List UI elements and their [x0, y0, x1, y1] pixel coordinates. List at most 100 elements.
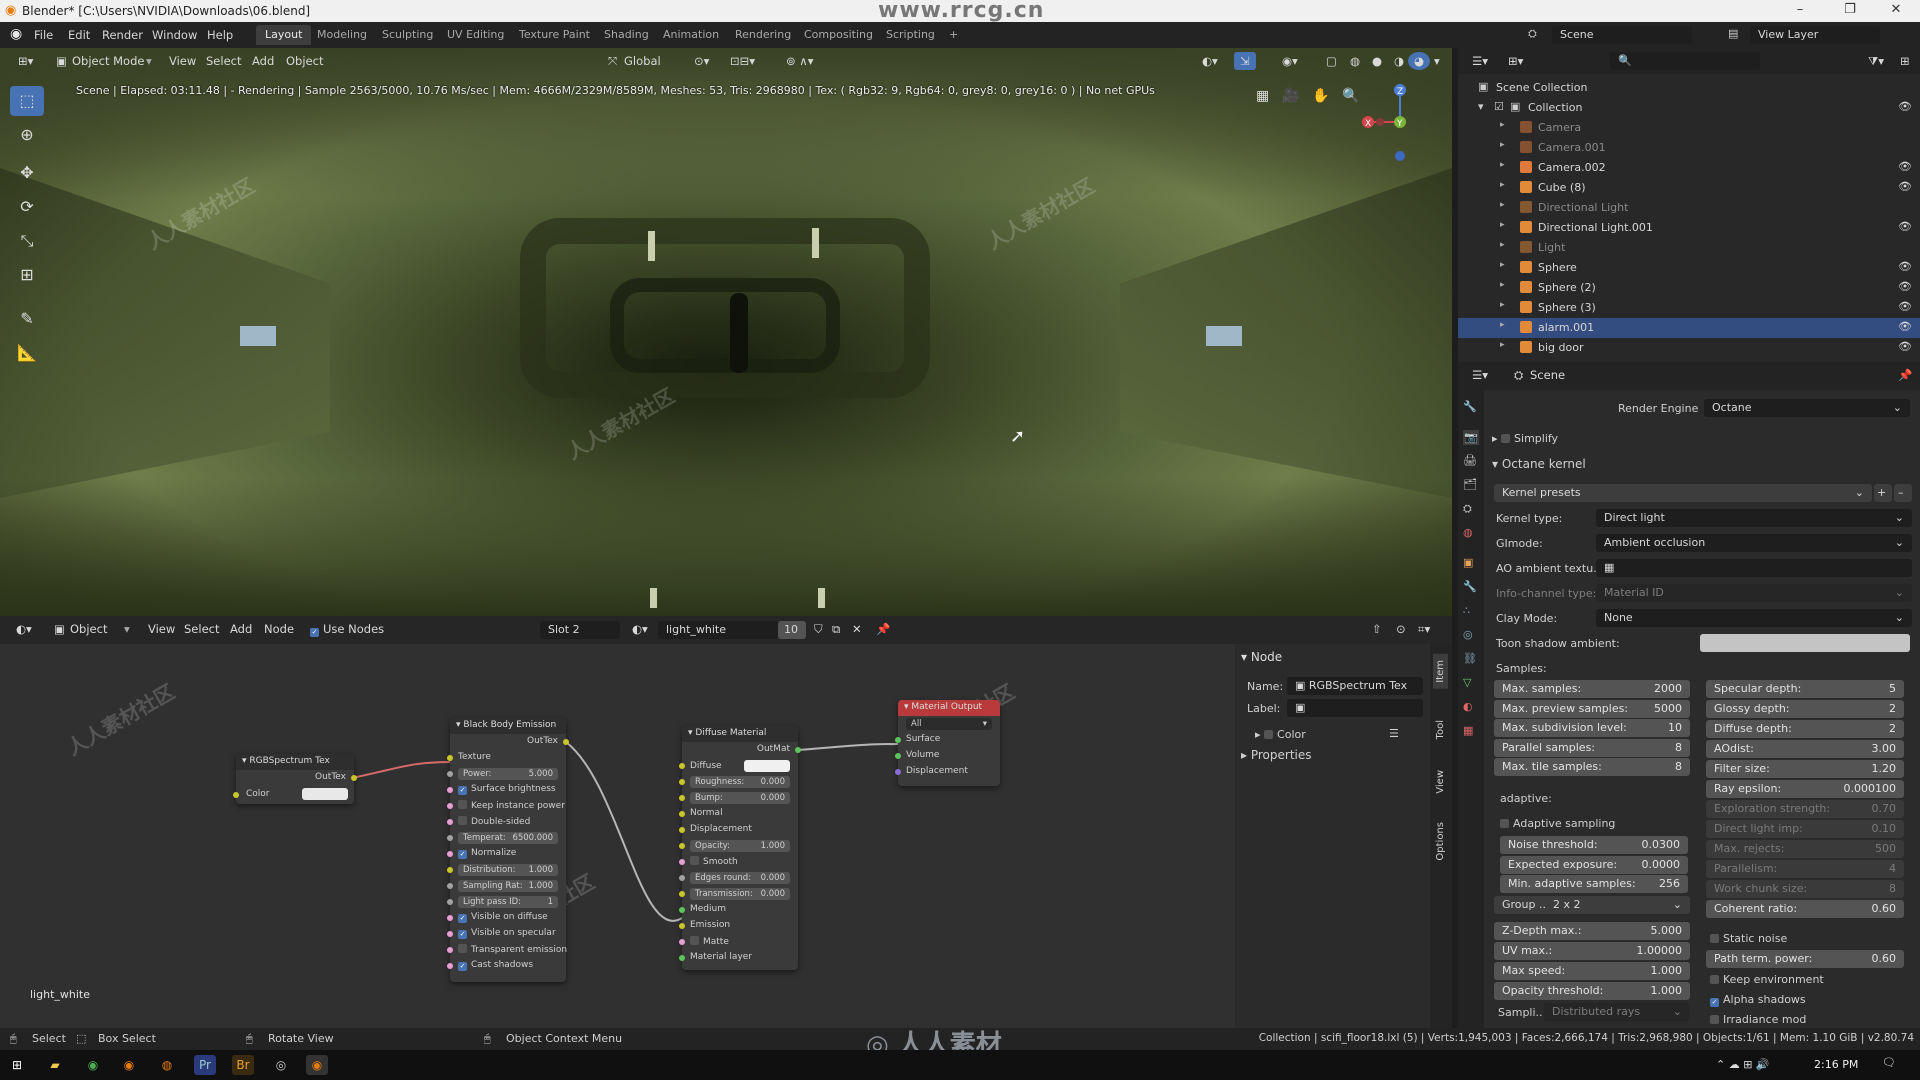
menu-help[interactable]: Help — [207, 28, 233, 42]
node-rgbspectrum-tex[interactable]: ▾ RGBSpectrum Tex OutTex Color — [233, 754, 357, 804]
keep-environment-checkbox[interactable]: Keep environment — [1710, 973, 1824, 986]
grid-icon[interactable]: ▦ — [1256, 88, 1269, 104]
eye-icon[interactable]: 👁 — [1898, 300, 1912, 313]
solid-shading-icon[interactable]: ● — [1366, 52, 1388, 70]
slot-dropdown[interactable]: Slot 2 — [540, 621, 620, 639]
node-checkbox[interactable]: Keep instance power — [447, 798, 566, 814]
node-properties-header[interactable]: ▸ Properties — [1241, 748, 1312, 762]
node-temperature-field[interactable]: Temperat: 6500.000 — [447, 830, 566, 846]
eye-icon[interactable]: 👁 — [1898, 220, 1912, 233]
node-power-field[interactable]: Power: 5.000 — [447, 766, 566, 782]
blender-active-taskbar-icon[interactable]: ◉ — [306, 1055, 328, 1075]
viewport-menu-view[interactable]: View — [163, 52, 202, 70]
checkbox-icon[interactable]: ☑ — [1494, 100, 1504, 113]
property-number-field[interactable]: Max. rejects: 500 — [1706, 840, 1904, 858]
navigation-gizmo[interactable]: X Y Z — [1354, 82, 1434, 162]
property-number-field[interactable]: Expected exposure: 0.0000 — [1500, 855, 1688, 874]
blender-menu-icon[interactable]: ◉ — [10, 26, 22, 42]
node-name-field[interactable]: ▣ RGBSpectrum Tex — [1287, 677, 1423, 695]
expand-arrow-icon[interactable]: ▸ — [1500, 260, 1505, 270]
outliner-scene-collection[interactable]: ▣ Scene Collection — [1458, 78, 1920, 98]
node-edges-field[interactable]: Edges round: 0.000 — [679, 870, 798, 886]
outliner-item[interactable]: ▸ Sphere (3) 👁 — [1458, 298, 1920, 318]
kernel-type-dropdown[interactable]: Direct light ⌄ — [1596, 509, 1912, 527]
add-preset-button[interactable]: + — [1874, 484, 1892, 502]
tab-view[interactable]: View — [1433, 764, 1448, 800]
alpha-shadows-checkbox[interactable]: ✓ Alpha shadows — [1710, 993, 1806, 1007]
tab-uv-editing[interactable]: UV Editing — [438, 25, 513, 45]
shading-options-icon[interactable]: ▾ — [1428, 52, 1446, 70]
bridge-icon[interactable]: Br — [232, 1055, 254, 1075]
property-number-field[interactable]: Max. preview samples: 5000 — [1494, 699, 1690, 718]
gimode-dropdown[interactable]: Ambient occlusion ⌄ — [1596, 534, 1912, 552]
node-opacity-field[interactable]: Opacity: 1.000 — [679, 838, 798, 854]
property-number-field[interactable]: Max. samples: 2000 — [1494, 680, 1690, 698]
color-swatch[interactable] — [302, 788, 348, 800]
select-box-tool-icon[interactable]: ⬚ — [10, 86, 44, 116]
node-title[interactable]: ▾ Material Output — [898, 700, 1000, 716]
adaptive-sampling-checkbox[interactable]: Adaptive sampling — [1500, 817, 1615, 830]
property-number-field[interactable]: Diffuse depth: 2 — [1706, 720, 1904, 738]
property-number-field[interactable]: Filter size: 1.20 — [1706, 760, 1904, 778]
clay-mode-dropdown[interactable]: None ⌄ — [1596, 609, 1912, 627]
octane-kernel-panel[interactable]: ▾ Octane kernel — [1492, 457, 1586, 471]
physics-tab-icon[interactable]: ◎ — [1463, 628, 1473, 641]
property-number-field[interactable]: Parallelism: 4 — [1706, 860, 1904, 878]
property-number-field[interactable]: Noise threshold: 0.0300 — [1500, 836, 1688, 854]
expand-arrow-icon[interactable]: ▸ — [1500, 300, 1505, 310]
list-icon[interactable]: ☰ — [1389, 727, 1399, 740]
irradiance-mode-checkbox[interactable]: Irradiance mod — [1710, 1013, 1806, 1026]
visibility-icon[interactable]: ◐▾ — [1196, 52, 1224, 70]
node-editor-type-icon[interactable]: ◐▾ — [10, 620, 38, 638]
chrome-icon[interactable]: ◉ — [82, 1055, 104, 1075]
premiere-icon[interactable]: Pr — [194, 1055, 216, 1075]
rotate-tool-icon[interactable]: ⟳ — [10, 192, 44, 222]
node-bump-field[interactable]: Bump: 0.000 — [679, 790, 798, 806]
property-number-field[interactable]: Work chunk size: 8 — [1706, 880, 1904, 898]
node-material-output[interactable]: ▾ Material Output All ▾ Surface Volume Di… — [895, 700, 1000, 786]
info-channel-dropdown[interactable]: Material ID ⌄ — [1596, 584, 1912, 602]
data-tab-icon[interactable]: ▽ — [1463, 676, 1471, 689]
use-nodes-checkbox[interactable]: ✓ Use Nodes — [304, 620, 390, 638]
new-collection-icon[interactable]: ⊞ — [1894, 52, 1916, 70]
node-editor-canvas[interactable]: 人人素材社区 人人素材社区 人人素材社区 ▾ RGBSpectrum Tex O… — [0, 644, 1235, 1028]
outliner-item[interactable]: ▸ Sphere 👁 — [1458, 258, 1920, 278]
node-checkbox[interactable]: Smooth — [679, 854, 798, 870]
property-number-field[interactable]: Min. adaptive samples: 256 — [1500, 875, 1688, 893]
node-diffuse-input[interactable]: Diffuse — [679, 758, 798, 774]
node-transmission-field[interactable]: Transmission: 0.000 — [679, 886, 798, 902]
tab-texture-paint[interactable]: Texture Paint — [510, 25, 599, 45]
group-dropdown[interactable]: Group .. 2 x 2 ⌄ — [1494, 896, 1690, 914]
snap-icon[interactable]: ⊡⊟▾ — [724, 52, 761, 70]
property-number-field[interactable]: Max. subdivision level: 10 — [1494, 719, 1690, 737]
viewport-menu-select[interactable]: Select — [200, 52, 247, 70]
tab-modeling[interactable]: Modeling — [308, 25, 376, 45]
texture-tab-icon[interactable]: ▦ — [1463, 724, 1473, 737]
firefox-icon[interactable]: ◍ — [156, 1055, 178, 1075]
property-number-field[interactable]: UV max.: 1.00000 — [1494, 942, 1690, 960]
node-menu-view[interactable]: View — [142, 620, 181, 638]
expand-arrow-icon[interactable]: ▾ — [1478, 100, 1484, 113]
property-number-field[interactable]: Direct light imp: 0.10 — [1706, 820, 1904, 838]
proportional-edit-icon[interactable]: ⊚ ∧▾ — [780, 52, 819, 70]
property-number-field[interactable]: Parallel samples: 8 — [1494, 738, 1690, 757]
node-distribution-field[interactable]: Distribution: 1.000 — [447, 862, 566, 878]
remove-preset-button[interactable]: – — [1894, 484, 1912, 502]
tab-animation[interactable]: Animation — [654, 25, 728, 45]
node-label-field[interactable]: ▣ — [1287, 699, 1423, 717]
gizmo-toggle-icon[interactable]: ⇲ — [1234, 52, 1256, 70]
node-light-pass-field[interactable]: Light pass ID: 1 — [447, 894, 566, 910]
rendered-shading-icon[interactable]: ◕ — [1408, 52, 1431, 70]
overlay-icon[interactable]: ◉▾ — [1276, 52, 1304, 70]
property-number-field[interactable]: AOdist: 3.00 — [1706, 740, 1904, 758]
property-number-field[interactable]: Coherent ratio: 0.60 — [1706, 900, 1904, 918]
tab-scripting[interactable]: Scripting — [877, 25, 944, 45]
material-sphere-icon[interactable]: ◐▾ — [626, 620, 654, 638]
modifier-tab-icon[interactable]: 🔧 — [1463, 580, 1477, 593]
property-number-field[interactable]: Exploration strength: 0.70 — [1706, 800, 1904, 818]
menu-edit[interactable]: Edit — [68, 28, 90, 42]
property-number-field[interactable]: Opacity threshold: 1.000 — [1494, 982, 1690, 1000]
property-number-field[interactable]: Specular depth: 5 — [1706, 680, 1904, 698]
node-snap-options-icon[interactable]: ⌗▾ — [1412, 620, 1436, 638]
outliner-item[interactable]: ▸ Camera — [1458, 118, 1920, 138]
